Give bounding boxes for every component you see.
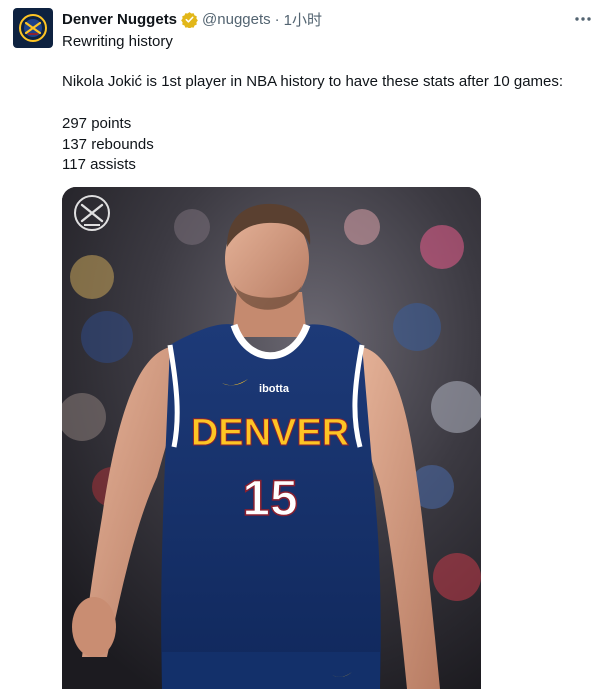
jersey-number: 15 — [242, 470, 298, 526]
stat-line: 117 assists — [62, 156, 136, 173]
nuggets-logo-icon — [19, 14, 47, 42]
tweet-headline: Nikola Jokić is 1st player in NBA histor… — [62, 73, 564, 90]
verified-badge-icon — [181, 11, 198, 28]
jersey-sponsor: ibotta — [259, 383, 290, 395]
dot-separator: · — [274, 11, 280, 28]
author-name[interactable]: Denver Nuggets — [62, 11, 177, 28]
more-options-button[interactable] — [574, 6, 592, 27]
tweet-subline: Rewriting history — [62, 33, 173, 50]
author-handle[interactable]: @nuggets — [202, 11, 271, 28]
avatar[interactable] — [13, 8, 53, 48]
jersey-team-name: DENVER — [191, 412, 349, 454]
tweet-time[interactable]: 1小时 — [284, 9, 322, 30]
more-horizontal-icon — [575, 17, 591, 21]
tweet-photo[interactable]: ibotta DENVER 15 — [62, 187, 481, 689]
player-photo-illustration: ibotta DENVER 15 — [62, 187, 481, 689]
stat-line: 137 rebounds — [62, 136, 154, 153]
tweet-header: Denver Nuggets @nuggets · 1小时 — [62, 9, 322, 30]
stat-line: 297 points — [62, 115, 132, 132]
